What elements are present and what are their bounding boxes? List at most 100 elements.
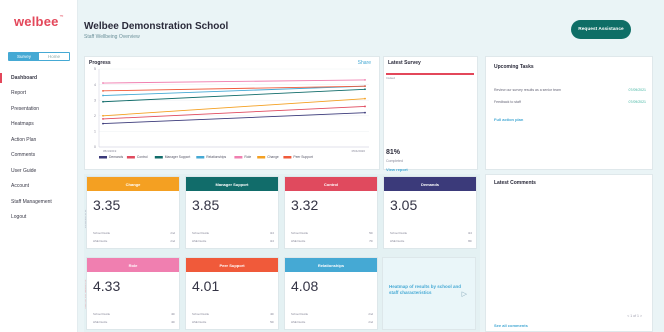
y-tick-label: 5 xyxy=(94,67,96,71)
latest-survey-card: Latest Survey Invited 81% Completed View… xyxy=(383,56,478,172)
sidebar-item-heatmaps[interactable]: Heatmaps xyxy=(0,117,78,133)
upcoming-tasks-card: Upcoming Tasks Review our survey results… xyxy=(485,56,653,170)
comments-pager[interactable]: < 1 of 1 > xyxy=(627,314,642,318)
series-line xyxy=(102,105,366,120)
view-toggle: Survey Home xyxy=(8,52,70,61)
metric-card-peer-support[interactable]: Peer Support 4.01 School Decile 4th HSE Deci… xyxy=(185,257,279,330)
legend-label: Peer Support xyxy=(293,155,313,159)
sidebar-item-logout[interactable]: Logout xyxy=(0,210,78,226)
hse-decile-value: 8th xyxy=(468,239,472,243)
heatmap-link-text: Heatmap of results by school and staff c… xyxy=(389,284,462,295)
hse-decile-row: HSE Decile 8th xyxy=(390,239,472,243)
metric-card-control[interactable]: Control 3.32 School Decile 5th HSE Decile 7th xyxy=(284,176,378,249)
metric-card-header: Control xyxy=(285,177,377,191)
data-point xyxy=(102,114,104,117)
metric-card-role[interactable]: Role 4.33 School Decile 4th HSE Decile 4th xyxy=(86,257,180,330)
metric-card-header: Demands xyxy=(384,177,476,191)
page-subtitle: Staff Wellbeing Overview xyxy=(84,34,140,40)
hse-decile-row: HSE Decile 2nd xyxy=(291,320,373,324)
sidebar-item-user-guide[interactable]: User Guide xyxy=(0,163,78,179)
legend-swatch xyxy=(99,156,107,159)
school-decile-row: School Decile 4th xyxy=(192,312,274,316)
sidebar-item-comments[interactable]: Comments xyxy=(0,148,78,164)
task-text: Feedback to staff xyxy=(494,100,521,104)
y-tick-label: 2 xyxy=(94,114,96,118)
metric-card-header: Role xyxy=(87,258,179,272)
sidebar: welbee™ Survey Home Dashboard Report Pre… xyxy=(0,0,78,332)
hse-decile-label: HSE Decile xyxy=(192,320,207,324)
data-point xyxy=(364,79,366,81)
metric-score: 4.08 xyxy=(291,278,319,294)
legend-label: Control xyxy=(137,155,148,159)
see-all-comments-link[interactable]: See all comments xyxy=(494,323,528,328)
hse-decile-value: 2nd xyxy=(368,320,373,324)
school-decile-value: 2nd xyxy=(368,312,373,316)
school-decile-label: School Decile xyxy=(192,312,210,316)
school-decile-label: School Decile xyxy=(192,231,210,235)
latest-comments-card: Latest Comments < 1 of 1 > See all comme… xyxy=(485,174,653,332)
request-assistance-button[interactable]: Request Assistance xyxy=(571,20,631,39)
x-tick-label: 05/4/2020 xyxy=(352,149,366,153)
metric-card-header: Peer Support xyxy=(186,258,278,272)
survey-invited-label: Invited xyxy=(386,76,395,80)
metric-card-manager-support[interactable]: Manager Support 3.85 School Decile 3rd HSE D… xyxy=(185,176,279,249)
series-line xyxy=(102,79,366,84)
sidebar-nav: Dashboard Report Presentation Heatmaps A… xyxy=(0,70,78,225)
survey-progress-bar xyxy=(386,73,474,75)
toggle-survey[interactable]: Survey xyxy=(9,53,39,60)
data-point xyxy=(102,122,104,125)
school-decile-label: School Decile xyxy=(93,231,111,235)
sidebar-item-report[interactable]: Report xyxy=(0,86,78,102)
toggle-home[interactable]: Home xyxy=(39,53,69,60)
hse-decile-label: HSE Decile xyxy=(291,239,306,243)
metric-area: STRENGTHS AREAS TO IMPROVE Heatmap of re… xyxy=(84,174,480,332)
school-decile-row: School Decile 5th xyxy=(291,231,373,235)
school-decile-value: 3rd xyxy=(467,231,472,235)
task-item[interactable]: Feedback to staff 07/09/2021 xyxy=(494,100,646,104)
series-line xyxy=(102,98,366,117)
y-tick-label: 4 xyxy=(94,83,96,87)
upcoming-tasks-title: Upcoming Tasks xyxy=(494,64,534,70)
data-point xyxy=(364,85,366,88)
full-action-plan-link[interactable]: Full action plan xyxy=(494,117,523,122)
hse-decile-value: 7th xyxy=(369,239,373,243)
metric-card-demands[interactable]: Demands 3.05 School Decile 3rd HSE Decile 8th xyxy=(383,176,477,249)
hse-decile-label: HSE Decile xyxy=(93,239,108,243)
school-decile-label: School Decile xyxy=(291,312,309,316)
sidebar-item-action-plan[interactable]: Action Plan xyxy=(0,132,78,148)
task-date: 07/09/2021 xyxy=(628,100,646,104)
hse-decile-value: 5th xyxy=(270,320,274,324)
sidebar-item-account[interactable]: Account xyxy=(0,179,78,195)
metric-card-change[interactable]: Change 3.35 School Decile 2nd HSE Decile 2nd xyxy=(86,176,180,249)
sidebar-item-dashboard[interactable]: Dashboard xyxy=(0,70,78,86)
data-point xyxy=(102,89,104,92)
metric-card-header: Manager Support xyxy=(186,177,278,191)
data-point xyxy=(102,100,104,103)
sidebar-item-staff-management[interactable]: Staff Management xyxy=(0,194,78,210)
survey-completed-label: Completed xyxy=(386,159,403,163)
latest-comments-title: Latest Comments xyxy=(494,180,536,186)
hse-decile-row: HSE Decile 5th xyxy=(192,320,274,324)
data-point xyxy=(364,105,366,108)
legend-swatch xyxy=(234,156,243,159)
chevron-right-icon: ▷ xyxy=(461,291,467,298)
hse-decile-row: HSE Decile 4th xyxy=(93,320,175,324)
view-report-link[interactable]: View report xyxy=(386,167,408,172)
legend-swatch xyxy=(196,156,205,159)
legend-label: Manager Support xyxy=(165,155,191,159)
metric-card-relationships[interactable]: Relationships 4.08 School Decile 2nd HSE Dec… xyxy=(284,257,378,330)
sidebar-item-presentation[interactable]: Presentation xyxy=(0,101,78,117)
metric-card-header: Change xyxy=(87,177,179,191)
heatmap-link-card[interactable]: Heatmap of results by school and staff c… xyxy=(382,257,476,330)
school-decile-label: School Decile xyxy=(291,231,309,235)
metric-score: 3.32 xyxy=(291,197,319,213)
data-point xyxy=(102,118,104,120)
metric-score: 3.85 xyxy=(192,197,220,213)
task-item[interactable]: Review our survey results as a senior te… xyxy=(494,88,646,92)
data-point xyxy=(364,97,366,100)
legend-label: Role xyxy=(244,155,251,159)
metric-score: 4.33 xyxy=(93,278,121,294)
welbee-logo[interactable]: welbee™ xyxy=(14,14,64,29)
legend-swatch xyxy=(283,156,292,159)
page-title: Welbee Demonstration School xyxy=(84,21,229,32)
